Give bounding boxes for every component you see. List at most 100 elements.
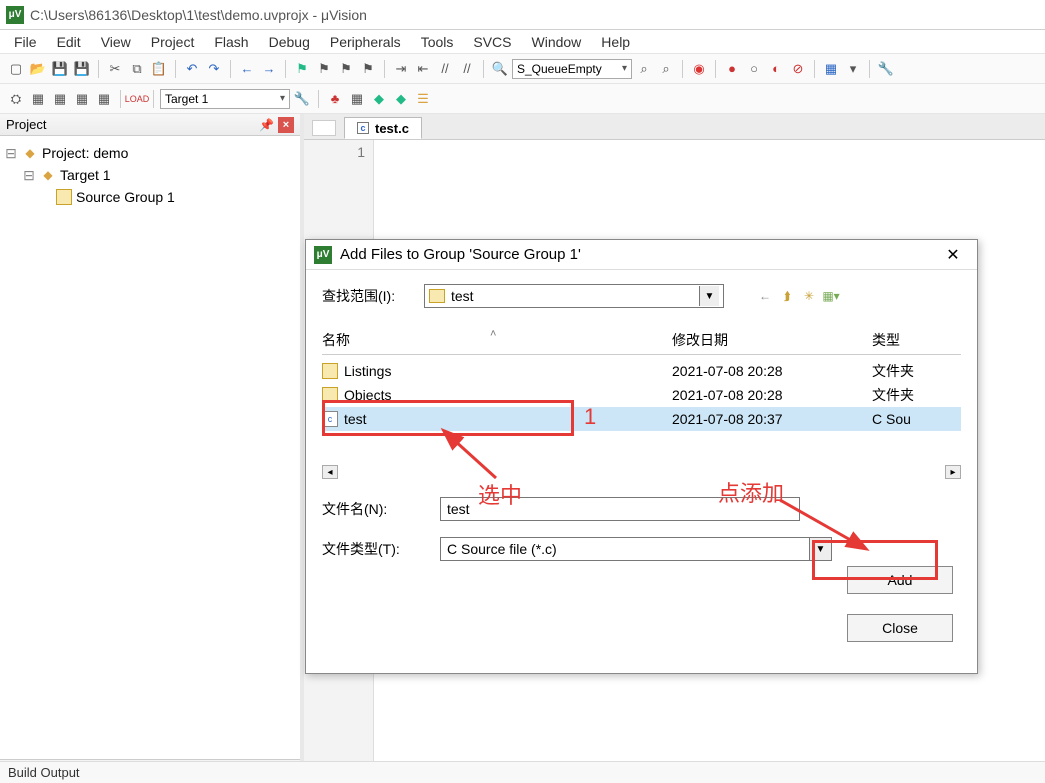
close-icon[interactable]: × [278, 117, 294, 133]
menu-debug[interactable]: Debug [259, 31, 320, 53]
file-list-hscroll[interactable]: ◂ ▸ [322, 463, 961, 481]
translate-icon[interactable]: ⛭ [6, 89, 26, 109]
configure-icon[interactable]: 🔧 [876, 59, 896, 79]
lookin-combo[interactable]: test ▼ [424, 284, 724, 308]
project-tree[interactable]: ⊟ ◆ Project: demo ⊟ ◆ Target 1 Source Gr… [0, 136, 300, 759]
new-file-icon[interactable]: ▢ [6, 59, 26, 79]
nav-back-icon[interactable]: ← [237, 59, 257, 79]
menu-file[interactable]: File [4, 31, 47, 53]
folder-icon [322, 387, 338, 403]
target-icon: ◆ [40, 167, 56, 183]
breakpoint-insert-icon[interactable]: ● [722, 59, 742, 79]
find-combo[interactable]: S_QueueEmpty▾ [512, 59, 632, 79]
comment-icon[interactable]: // [435, 59, 455, 79]
filetype-combo[interactable]: C Source file (*.c) ▼ [440, 537, 832, 561]
scroll-right-icon[interactable]: ▸ [945, 465, 961, 479]
close-button-label: Close [882, 620, 918, 636]
menu-view[interactable]: View [91, 31, 141, 53]
find-in-files-icon[interactable]: 🔍 [490, 59, 510, 79]
menu-window[interactable]: Window [522, 31, 592, 53]
find-prev-icon[interactable]: ⌕ [656, 59, 676, 79]
redo-icon[interactable]: ↷ [204, 59, 224, 79]
find-next-icon[interactable]: ⌕ [634, 59, 654, 79]
batch-build-icon[interactable]: ▦ [72, 89, 92, 109]
chevron-down-icon[interactable]: ▼ [809, 538, 831, 560]
dialog-close-icon[interactable]: ✕ [937, 243, 969, 267]
col-date[interactable]: 修改日期 [672, 330, 872, 350]
close-button[interactable]: Close [847, 614, 953, 642]
c-file-icon: c [357, 122, 369, 134]
file-list[interactable]: Listings 2021-07-08 20:28 文件夹 Objects 20… [322, 359, 961, 431]
separator [318, 90, 319, 108]
filename-input[interactable] [440, 497, 800, 521]
pin-icon[interactable]: 📌 [259, 118, 274, 132]
add-button[interactable]: Add [847, 566, 953, 594]
open-file-icon[interactable]: 📂 [28, 59, 48, 79]
debug-icon[interactable]: ◉ [689, 59, 709, 79]
bookmark-clear-icon[interactable]: ⚑ [358, 59, 378, 79]
menu-tools[interactable]: Tools [411, 31, 464, 53]
save-icon[interactable]: 💾 [50, 59, 70, 79]
menu-peripherals[interactable]: Peripherals [320, 31, 411, 53]
file-row-listings[interactable]: Listings 2021-07-08 20:28 文件夹 [322, 359, 961, 383]
menu-help[interactable]: Help [591, 31, 640, 53]
menu-flash[interactable]: Flash [204, 31, 258, 53]
menu-svcs[interactable]: SVCS [463, 31, 521, 53]
nav-fwd-icon[interactable]: → [259, 59, 279, 79]
target-combo[interactable]: Target 1▾ [160, 89, 290, 109]
bookmark-icon[interactable]: ⚑ [292, 59, 312, 79]
layout-menu-icon[interactable]: ▾ [843, 59, 863, 79]
bookmark-prev-icon[interactable]: ⚑ [314, 59, 334, 79]
window-layout-icon[interactable]: ▦ [821, 59, 841, 79]
breakpoint-disable-icon[interactable]: ◐ [766, 59, 786, 79]
select-pack-icon[interactable]: ◆ [369, 89, 389, 109]
view-menu-icon[interactable]: ▦▾ [822, 287, 840, 305]
nav-back-icon[interactable]: ← [756, 287, 774, 305]
books-icon[interactable]: ☰ [413, 89, 433, 109]
up-folder-icon[interactable]: ⮭ [778, 287, 796, 305]
indent-icon[interactable]: ⇥ [391, 59, 411, 79]
build-icon[interactable]: ▦ [28, 89, 48, 109]
paste-icon[interactable]: 📋 [149, 59, 169, 79]
manage-project-icon[interactable]: ♣ [325, 89, 345, 109]
editor-tab-testc[interactable]: c test.c [344, 117, 422, 139]
stop-build-icon[interactable]: ▦ [94, 89, 114, 109]
separator [682, 60, 683, 78]
target-options-icon[interactable]: 🔧 [292, 89, 312, 109]
uncomment-icon[interactable]: // [457, 59, 477, 79]
manage-rte-icon[interactable]: ▦ [347, 89, 367, 109]
tree-root[interactable]: ⊟ ◆ Project: demo [4, 142, 296, 164]
download-icon[interactable]: LOAD [127, 89, 147, 109]
tree-target[interactable]: ⊟ ◆ Target 1 [4, 164, 296, 186]
collapse-icon[interactable]: ⊟ [22, 167, 36, 184]
menu-project[interactable]: Project [141, 31, 205, 53]
menu-edit[interactable]: Edit [47, 31, 91, 53]
chevron-down-icon: ▾ [622, 63, 627, 74]
filetype-label: 文件类型(T): [322, 539, 440, 559]
breakpoint-kill-icon[interactable]: ⊘ [788, 59, 808, 79]
dialog-logo-icon: μV [314, 246, 332, 264]
bookmark-next-icon[interactable]: ⚑ [336, 59, 356, 79]
file-row-objects[interactable]: Objects 2021-07-08 20:28 文件夹 [322, 383, 961, 407]
file-type: 文件夹 [872, 385, 961, 405]
file-name: Listings [344, 363, 391, 379]
collapse-icon[interactable]: ⊟ [4, 145, 18, 162]
tree-group[interactable]: Source Group 1 [4, 186, 296, 208]
scroll-left-icon[interactable]: ◂ [322, 465, 338, 479]
build-output-header[interactable]: Build Output [0, 761, 1045, 783]
filetype-value: C Source file (*.c) [447, 541, 557, 557]
outdent-icon[interactable]: ⇤ [413, 59, 433, 79]
cut-icon[interactable]: ✂ [105, 59, 125, 79]
col-name[interactable]: 名称 [322, 330, 672, 350]
undo-icon[interactable]: ↶ [182, 59, 202, 79]
col-type[interactable]: 类型 [872, 330, 961, 350]
file-row-test[interactable]: ctest 2021-07-08 20:37 C Sou [322, 407, 961, 431]
rebuild-icon[interactable]: ▦ [50, 89, 70, 109]
file-list-header[interactable]: ˄ 名称 修改日期 类型 [322, 330, 961, 355]
breakpoint-enable-icon[interactable]: ○ [744, 59, 764, 79]
new-folder-icon[interactable]: ✳ [800, 287, 818, 305]
pack-installer-icon[interactable]: ◆ [391, 89, 411, 109]
chevron-down-icon[interactable]: ▼ [699, 286, 719, 306]
copy-icon[interactable]: ⧉ [127, 59, 147, 79]
save-all-icon[interactable]: 💾 [72, 59, 92, 79]
